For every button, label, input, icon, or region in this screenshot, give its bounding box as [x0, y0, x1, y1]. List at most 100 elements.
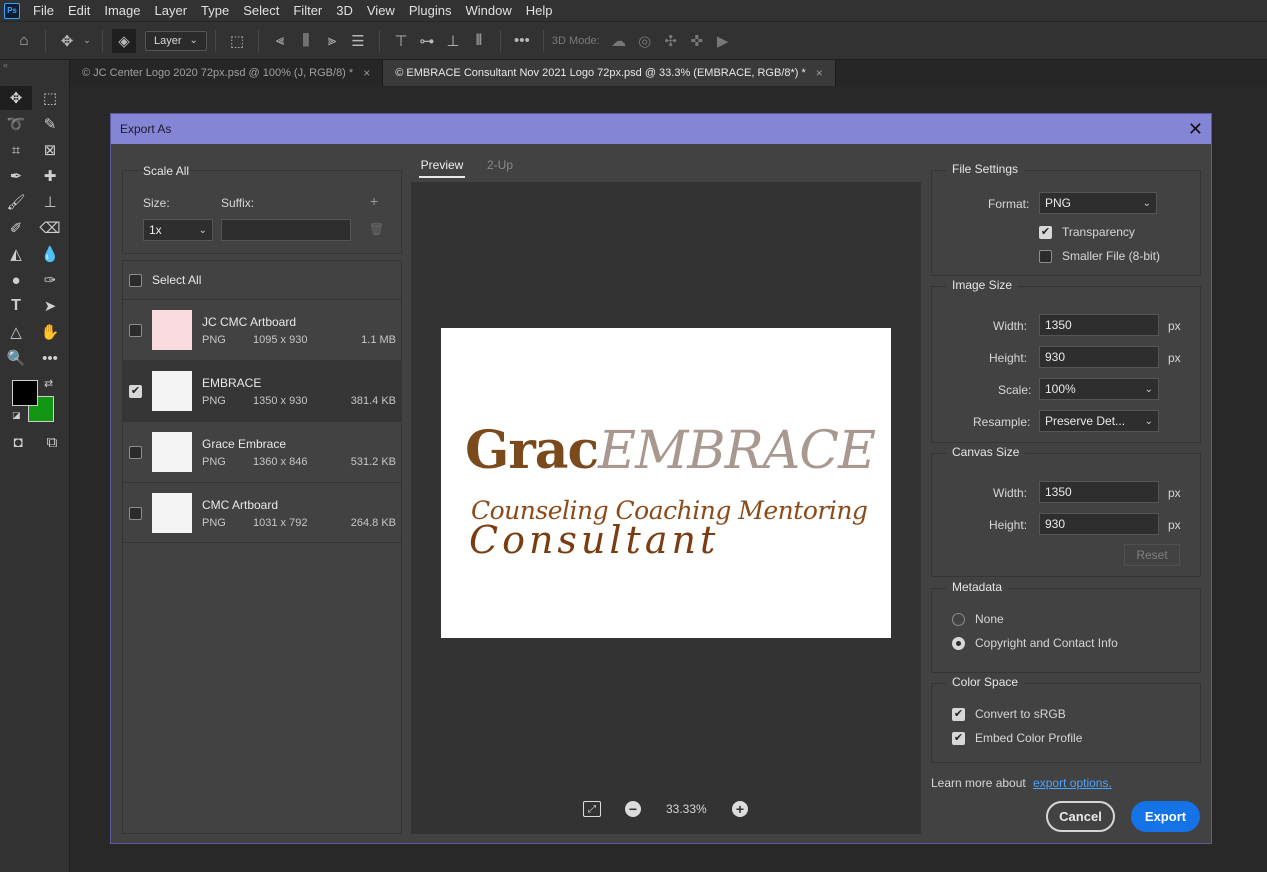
crop-tool-icon[interactable]: ⌗ — [0, 138, 32, 162]
more-options-icon[interactable]: ••• — [510, 29, 534, 53]
embed-profile-checkbox[interactable]: ✔ — [952, 731, 965, 745]
3d-orbit-icon[interactable]: ☁ — [607, 29, 631, 53]
dodge-tool-icon[interactable]: ● — [0, 268, 32, 292]
convert-srgb-option[interactable]: ✔ Convert to sRGB — [952, 707, 1066, 721]
path-selection-tool-icon[interactable]: ➤ — [34, 294, 66, 318]
preview-area[interactable]: GracEMBRACE Counseling Coaching Mentorin… — [411, 182, 921, 834]
suffix-input[interactable] — [221, 219, 351, 241]
add-scale-icon[interactable]: + — [370, 193, 378, 209]
3d-roll-icon[interactable]: ◎ — [633, 29, 657, 53]
reset-button[interactable]: Reset — [1124, 544, 1180, 566]
asset-checkbox[interactable] — [129, 507, 142, 520]
menu-help[interactable]: Help — [519, 0, 560, 22]
align-center-icon[interactable]: ⫼ — [294, 29, 318, 53]
asset-row[interactable]: CMC Artboard PNG 1031 x 792 264.8 KB — [123, 482, 401, 543]
lasso-tool-icon[interactable]: ➰ — [0, 112, 32, 136]
canvas-height-input[interactable]: 930 — [1039, 513, 1159, 535]
eraser-tool-icon[interactable]: ⌫ — [34, 216, 66, 240]
transparency-option[interactable]: ✔ Transparency — [1039, 225, 1135, 239]
fit-to-view-icon[interactable]: ⤢ — [583, 801, 601, 817]
menu-edit[interactable]: Edit — [61, 0, 97, 22]
distribute-icon[interactable]: ☰ — [346, 29, 370, 53]
history-brush-tool-icon[interactable]: ✐ — [0, 216, 32, 240]
menu-window[interactable]: Window — [458, 0, 518, 22]
size-dropdown[interactable]: 1x ⌄ — [143, 219, 213, 241]
marquee-tool-icon[interactable]: ⬚ — [34, 86, 66, 110]
transform-controls-icon[interactable]: ⬚ — [225, 29, 249, 53]
asset-row-selected[interactable]: ✔ EMBRACE PNG 1350 x 930 381.4 KB — [123, 360, 401, 421]
auto-select-dropdown[interactable]: Layer ⌄ — [145, 30, 207, 51]
quick-select-tool-icon[interactable]: ✎ — [34, 112, 66, 136]
transparency-checkbox[interactable]: ✔ — [1039, 225, 1052, 239]
color-swatches[interactable]: ⇄ ◪ — [12, 377, 56, 422]
menu-file[interactable]: File — [26, 0, 61, 22]
asset-checkbox[interactable] — [129, 324, 142, 337]
tab-2-up[interactable]: 2-Up — [487, 158, 513, 172]
cancel-button[interactable]: Cancel — [1046, 801, 1115, 832]
select-all-row[interactable]: Select All — [129, 273, 201, 287]
3d-slide-icon[interactable]: ✜ — [685, 29, 709, 53]
menu-select[interactable]: Select — [236, 0, 286, 22]
auto-select-icon[interactable]: ◈ — [112, 28, 136, 53]
menu-filter[interactable]: Filter — [286, 0, 329, 22]
menu-layer[interactable]: Layer — [148, 0, 195, 22]
asset-row[interactable]: Grace Embrace PNG 1360 x 846 531.2 KB — [123, 421, 401, 482]
move-tool-icon[interactable]: ✥ — [0, 86, 32, 110]
convert-srgb-checkbox[interactable]: ✔ — [952, 707, 965, 721]
menu-image[interactable]: Image — [97, 0, 147, 22]
smaller-file-option[interactable]: Smaller File (8-bit) — [1039, 249, 1160, 263]
pen-tool-icon[interactable]: ✑ — [34, 268, 66, 292]
panel-collapse-icon[interactable]: « — [0, 60, 69, 74]
align-bottom-icon[interactable]: ⊥ — [441, 29, 465, 53]
zoom-tool-icon[interactable]: 🔍 — [0, 346, 32, 370]
blur-tool-icon[interactable]: 💧 — [34, 242, 66, 266]
canvas-width-input[interactable]: 1350 — [1039, 481, 1159, 503]
export-button[interactable]: Export — [1131, 801, 1200, 832]
menu-view[interactable]: View — [360, 0, 402, 22]
quick-mask-icon[interactable]: ◘ — [2, 430, 34, 454]
export-options-link[interactable]: export options. — [1033, 776, 1112, 790]
paint-bucket-tool-icon[interactable]: ◭ — [0, 242, 32, 266]
chevron-down-icon[interactable]: ⌄ — [81, 29, 93, 53]
zoom-in-icon[interactable]: + — [732, 801, 748, 817]
document-tab[interactable]: © JC Center Logo 2020 72px.psd @ 100% (J… — [70, 60, 384, 86]
image-height-input[interactable]: 930 — [1039, 346, 1159, 368]
asset-checkbox[interactable] — [129, 446, 142, 459]
clone-stamp-tool-icon[interactable]: ⊥ — [34, 190, 66, 214]
align-left-icon[interactable]: ⫷ — [268, 29, 292, 53]
screen-mode-icon[interactable]: ⧉ — [36, 430, 68, 454]
swap-colors-icon[interactable]: ⇄ — [44, 377, 53, 390]
asset-row[interactable]: JC CMC Artboard PNG 1095 x 930 1.1 MB — [123, 299, 401, 360]
zoom-out-icon[interactable]: − — [625, 801, 641, 817]
format-dropdown[interactable]: PNG ⌄ — [1039, 192, 1157, 214]
metadata-none-radio[interactable] — [952, 612, 965, 626]
healing-brush-tool-icon[interactable]: ✚ — [34, 164, 66, 188]
align-right-icon[interactable]: ⫸ — [320, 29, 344, 53]
resample-dropdown[interactable]: Preserve Det... ⌄ — [1039, 410, 1159, 432]
asset-checkbox[interactable]: ✔ — [129, 385, 142, 398]
menu-plugins[interactable]: Plugins — [402, 0, 459, 22]
shape-tool-icon[interactable]: △ — [0, 320, 32, 344]
align-middle-icon[interactable]: ⊶ — [415, 29, 439, 53]
eyedropper-tool-icon[interactable]: ✒ — [0, 164, 32, 188]
scale-dropdown[interactable]: 100% ⌄ — [1039, 378, 1159, 400]
smaller-file-checkbox[interactable] — [1039, 249, 1052, 263]
image-width-input[interactable]: 1350 — [1039, 314, 1159, 336]
hand-tool-icon[interactable]: ✋ — [34, 320, 66, 344]
metadata-copyright-option[interactable]: Copyright and Contact Info — [952, 636, 1118, 650]
type-tool-icon[interactable]: T — [0, 294, 32, 318]
close-icon[interactable]: × — [363, 66, 370, 80]
frame-tool-icon[interactable]: ⊠ — [34, 138, 66, 162]
brush-tool-icon[interactable]: 🖌 — [0, 190, 32, 214]
document-tab-active[interactable]: © EMBRACE Consultant Nov 2021 Logo 72px.… — [383, 60, 836, 86]
menu-type[interactable]: Type — [194, 0, 236, 22]
distribute-vertical-icon[interactable]: ⦀ — [467, 29, 491, 53]
metadata-copyright-radio[interactable] — [952, 636, 965, 650]
embed-profile-option[interactable]: ✔ Embed Color Profile — [952, 731, 1082, 745]
align-top-icon[interactable]: ⊤ — [389, 29, 413, 53]
move-tool-icon[interactable]: ✥ — [55, 29, 79, 53]
3d-pan-icon[interactable]: ✣ — [659, 29, 683, 53]
3d-scale-icon[interactable]: ▶ — [711, 29, 735, 53]
home-icon[interactable]: ⌂ — [12, 29, 36, 53]
edit-toolbar-icon[interactable]: ••• — [34, 346, 66, 370]
